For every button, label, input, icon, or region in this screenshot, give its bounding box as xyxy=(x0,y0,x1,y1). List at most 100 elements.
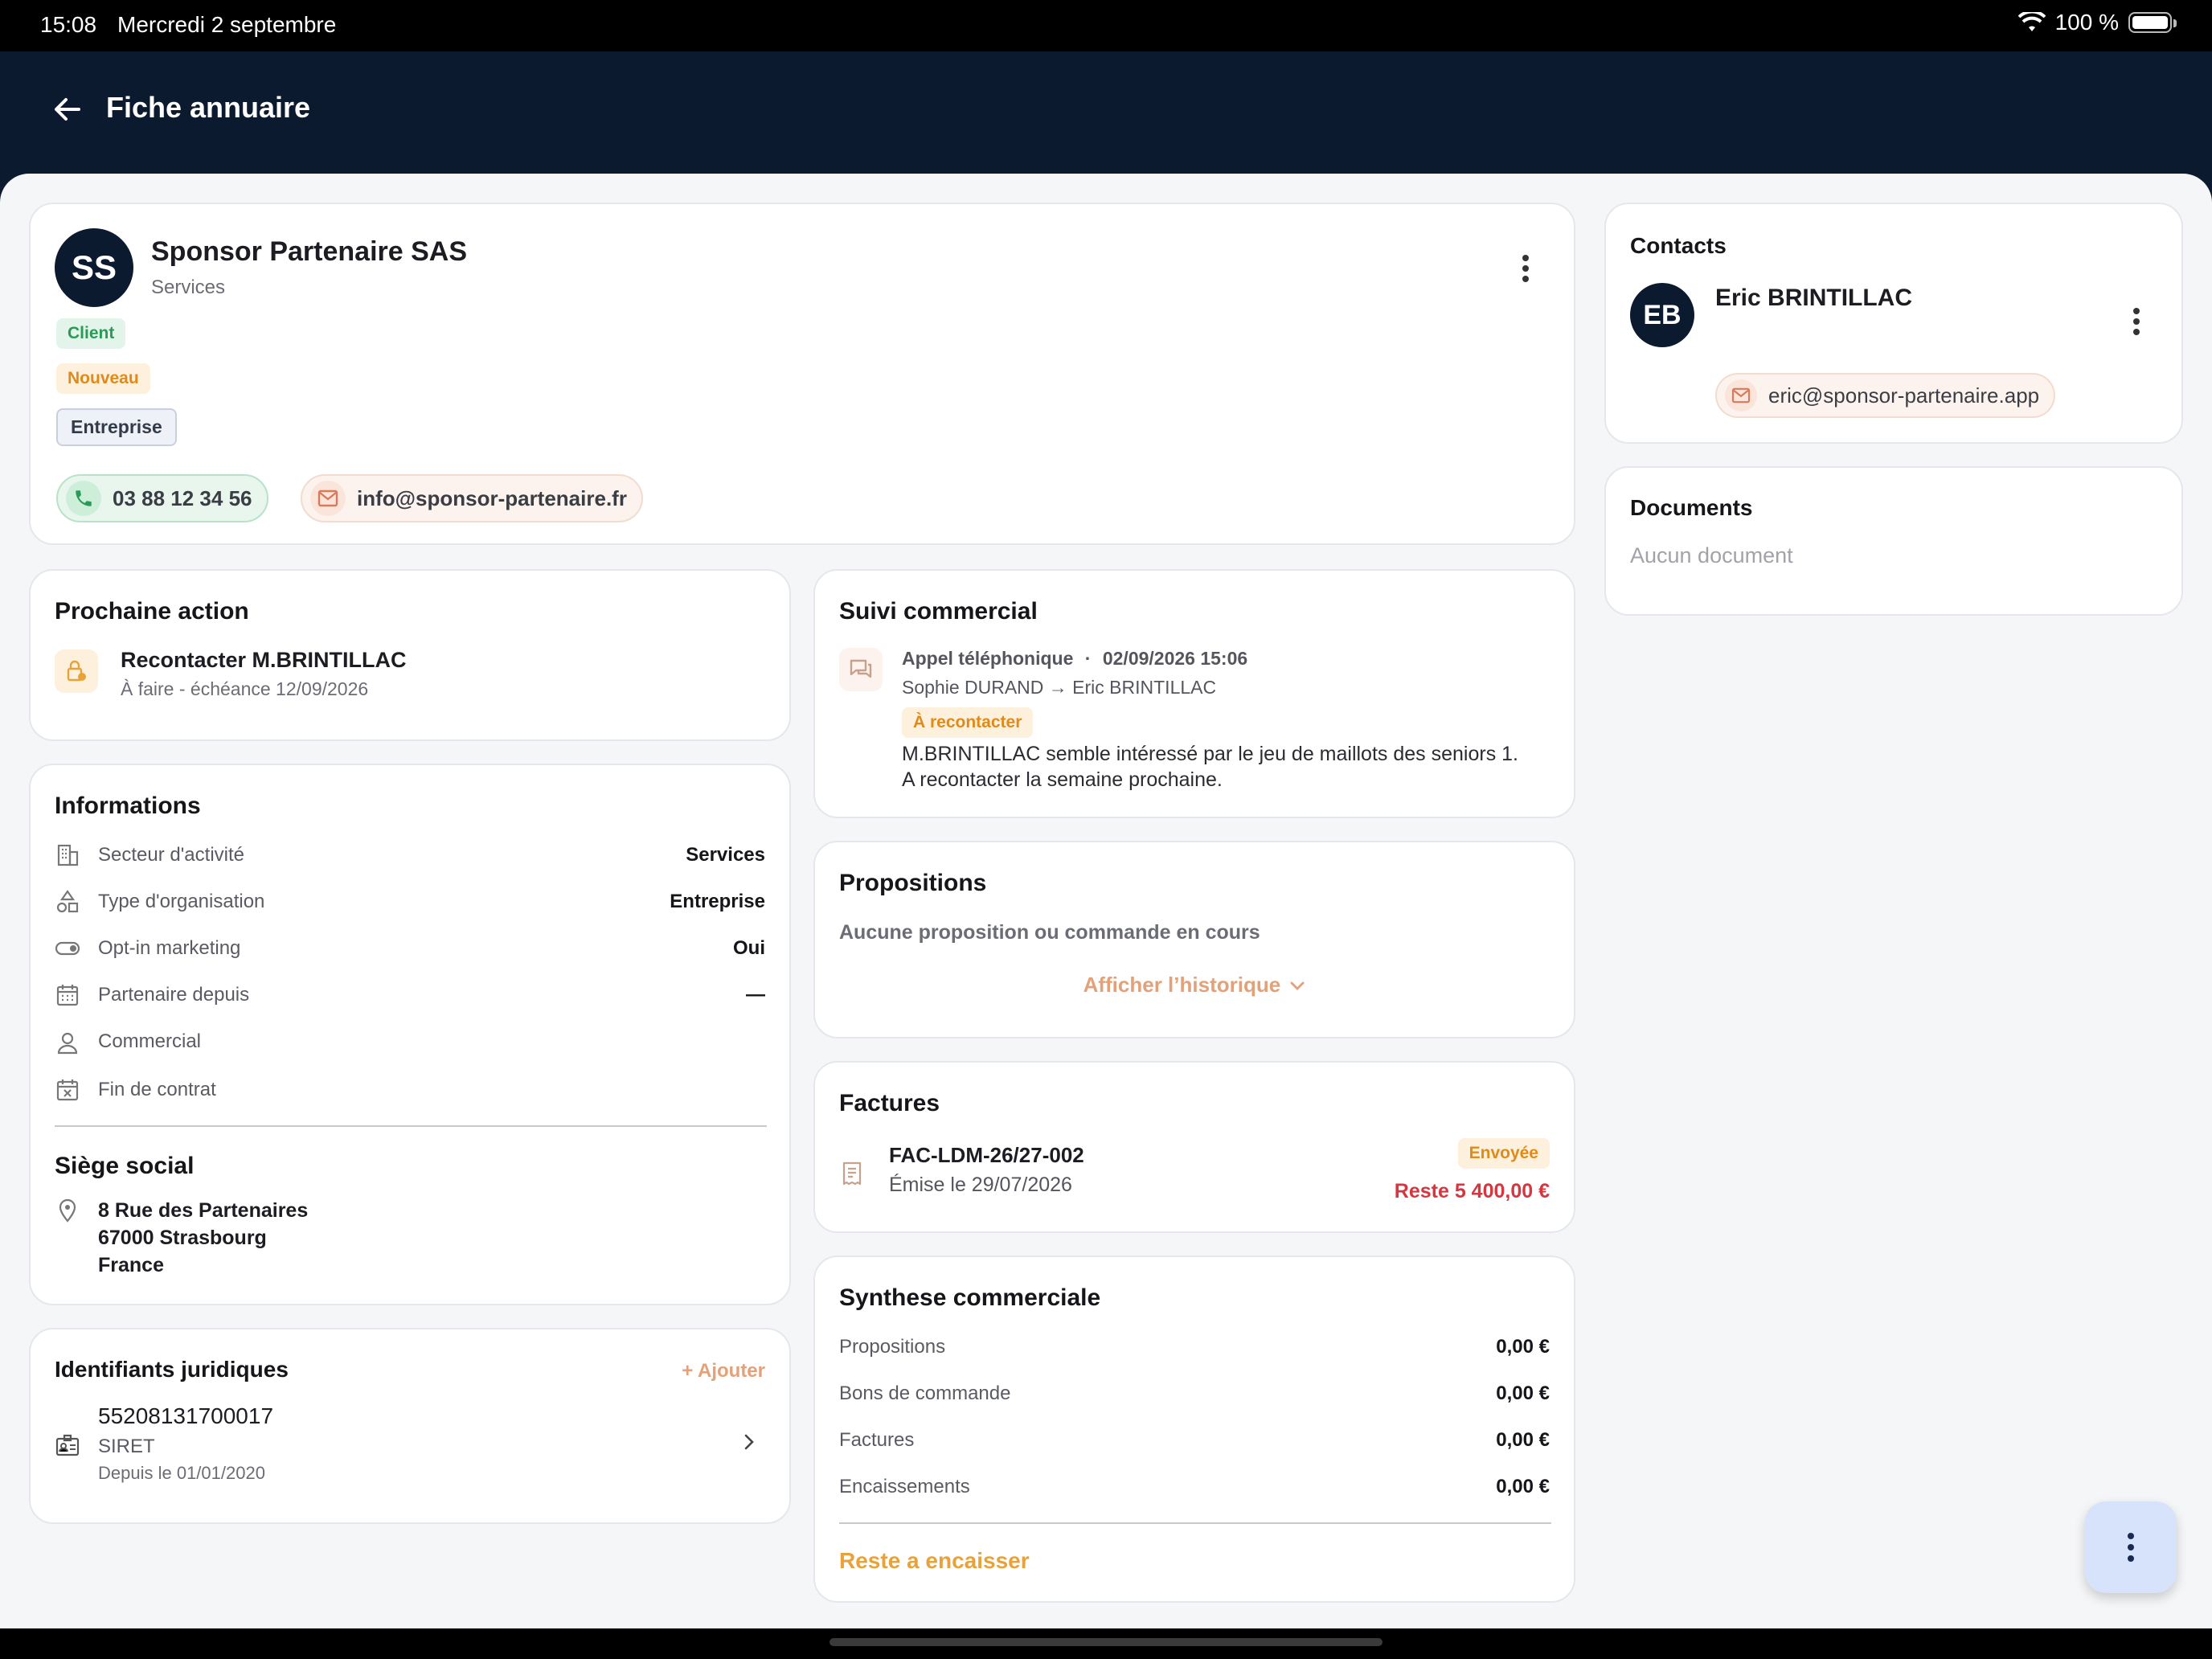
legal-id-type: SIRET xyxy=(98,1436,155,1457)
company-sector: Services xyxy=(151,276,226,298)
company-email: info@sponsor-partenaire.fr xyxy=(357,485,627,510)
contacts-title: Contacts xyxy=(1630,233,1727,258)
receipt-icon xyxy=(842,1161,862,1186)
informations-card: Informations Secteur d'activité Services… xyxy=(29,764,791,1305)
info-value-optin: Oui xyxy=(733,937,765,959)
siege-address-line2: 67000 Strasbourg xyxy=(98,1227,267,1249)
mail-icon xyxy=(1725,379,1757,412)
synthese-value-bons: 0,00 € xyxy=(1496,1382,1550,1404)
legal-ids-title: Identifiants juridiques xyxy=(55,1357,289,1382)
shapes-icon xyxy=(56,890,79,913)
phone-chip[interactable]: 03 88 12 34 56 xyxy=(56,474,268,522)
next-action-task[interactable]: Recontacter M.BRINTILLAC xyxy=(121,648,407,673)
invoice-remaining: Reste 5 400,00 € xyxy=(1394,1180,1550,1202)
history-link[interactable]: Afficher l’historique xyxy=(815,973,1574,997)
informations-title: Informations xyxy=(55,793,201,819)
contact-more-button[interactable] xyxy=(2120,302,2153,341)
info-value-type: Entreprise xyxy=(670,891,765,912)
factures-card: Factures FAC-LDM-26/27-002 Émise le 29/0… xyxy=(813,1061,1575,1233)
synthese-label-factures: Factures xyxy=(839,1429,915,1451)
suivi-from-to: Sophie DURAND → Eric BRINTILLAC xyxy=(902,677,1217,698)
chevron-down-icon xyxy=(1291,981,1305,990)
add-legal-id-button[interactable]: + Ajouter xyxy=(682,1360,765,1382)
suivi-separator: · xyxy=(1084,648,1092,669)
synthese-divider xyxy=(839,1522,1551,1524)
tag-entreprise: Entreprise xyxy=(56,408,177,446)
propositions-card: Propositions Aucune proposition ou comma… xyxy=(813,841,1575,1038)
synthese-value-factures: 0,00 € xyxy=(1496,1429,1550,1451)
suivi-note-line1: M.BRINTILLAC semble intéressé par le jeu… xyxy=(902,743,1518,765)
contacts-card: Contacts EB Eric BRINTILLAC eric@sponsor… xyxy=(1604,203,2183,444)
factures-title: Factures xyxy=(839,1090,940,1116)
synthese-value-propositions: 0,00 € xyxy=(1496,1336,1550,1358)
legal-id-number[interactable]: 55208131700017 xyxy=(98,1403,273,1429)
task-icon xyxy=(55,649,98,693)
info-label-fin-contrat: Fin de contrat xyxy=(98,1079,216,1100)
chevron-right-icon[interactable] xyxy=(736,1429,762,1455)
suivi-entry-header: Appel téléphonique · 02/09/2026 15:06 xyxy=(902,648,1247,670)
chat-icon xyxy=(839,648,883,691)
tag-client: Client xyxy=(56,318,126,349)
calendar-icon xyxy=(56,985,79,1006)
contact-email: eric@sponsor-partenaire.app xyxy=(1768,383,2040,408)
synthese-total-label: Reste a encaisser xyxy=(839,1548,1030,1573)
suivi-kind: Appel téléphonique xyxy=(902,648,1074,669)
suivi-status-badge: À recontacter xyxy=(902,707,1034,738)
propositions-title: Propositions xyxy=(839,870,987,896)
more-actions-fab[interactable] xyxy=(2085,1501,2177,1593)
invoice-issued: Émise le 29/07/2026 xyxy=(889,1174,1072,1196)
synthese-label-encaissements: Encaissements xyxy=(839,1476,970,1497)
calendar-x-icon xyxy=(56,1079,79,1101)
battery-icon xyxy=(2128,12,2177,33)
next-action-status: À faire - échéance 12/09/2026 xyxy=(121,678,369,699)
company-header-card: SS Sponsor Partenaire SAS Services Clien… xyxy=(29,203,1575,545)
siege-address-line1: 8 Rue des Partenaires xyxy=(98,1199,309,1222)
legal-id-since: Depuis le 01/01/2020 xyxy=(98,1463,265,1483)
building-icon xyxy=(57,844,79,866)
informations-divider xyxy=(55,1125,767,1127)
siege-title: Siège social xyxy=(55,1153,195,1179)
suivi-title: Suivi commercial xyxy=(839,598,1038,625)
page-title: Fiche annuaire xyxy=(106,91,311,124)
next-action-title: Prochaine action xyxy=(55,598,249,625)
info-label-partenaire: Partenaire depuis xyxy=(98,984,250,1006)
info-value-secteur: Services xyxy=(686,844,765,866)
status-time: 15:08 xyxy=(40,12,97,37)
info-value-partenaire: — xyxy=(746,984,765,1006)
home-indicator[interactable] xyxy=(830,1638,1382,1646)
contact-email-chip[interactable]: eric@sponsor-partenaire.app xyxy=(1715,373,2056,418)
synthese-title: Synthese commerciale xyxy=(839,1284,1101,1311)
history-link-label: Afficher l’historique xyxy=(1083,973,1281,997)
documents-empty: Aucun document xyxy=(1630,543,1793,567)
info-label-type: Type d'organisation xyxy=(98,891,265,912)
back-arrow-icon[interactable] xyxy=(50,92,85,127)
synthese-value-encaissements: 0,00 € xyxy=(1496,1476,1550,1497)
documents-card: Documents Aucun document xyxy=(1604,466,2183,616)
invoice-number[interactable]: FAC-LDM-26/27-002 xyxy=(889,1143,1084,1168)
company-more-button[interactable] xyxy=(1509,249,1542,288)
synthese-label-propositions: Propositions xyxy=(839,1336,946,1358)
legal-ids-card: Identifiants juridiques + Ajouter 552081… xyxy=(29,1328,791,1524)
tag-nouveau: Nouveau xyxy=(56,363,150,394)
contact-avatar: EB xyxy=(1630,283,1694,347)
status-bar: 15:08 Mercredi 2 septembre 100 % xyxy=(0,0,2212,51)
location-pin-icon xyxy=(59,1198,76,1223)
person-icon xyxy=(57,1032,78,1055)
id-card-icon xyxy=(55,1434,80,1456)
suivi-note-line2: A recontacter la semaine prochaine. xyxy=(902,768,1223,791)
status-date: Mercredi 2 septembre xyxy=(117,12,337,37)
mail-icon xyxy=(310,481,346,516)
wifi-icon xyxy=(2017,12,2046,31)
status-indicators: 100 % xyxy=(2017,10,2177,35)
info-label-secteur: Secteur d'activité xyxy=(98,844,245,866)
contact-name[interactable]: Eric BRINTILLAC xyxy=(1715,285,1912,312)
app-bar: Fiche annuaire xyxy=(0,51,2212,174)
next-action-card: Prochaine action Recontacter M.BRINTILLA… xyxy=(29,569,791,741)
company-name: Sponsor Partenaire SAS xyxy=(151,236,468,267)
battery-percent: 100 % xyxy=(2054,10,2119,35)
toggle-icon xyxy=(55,941,80,956)
documents-title: Documents xyxy=(1630,495,1753,520)
info-label-optin: Opt-in marketing xyxy=(98,937,241,959)
propositions-empty: Aucune proposition ou commande en cours xyxy=(839,921,1260,944)
email-chip[interactable]: info@sponsor-partenaire.fr xyxy=(301,474,643,522)
